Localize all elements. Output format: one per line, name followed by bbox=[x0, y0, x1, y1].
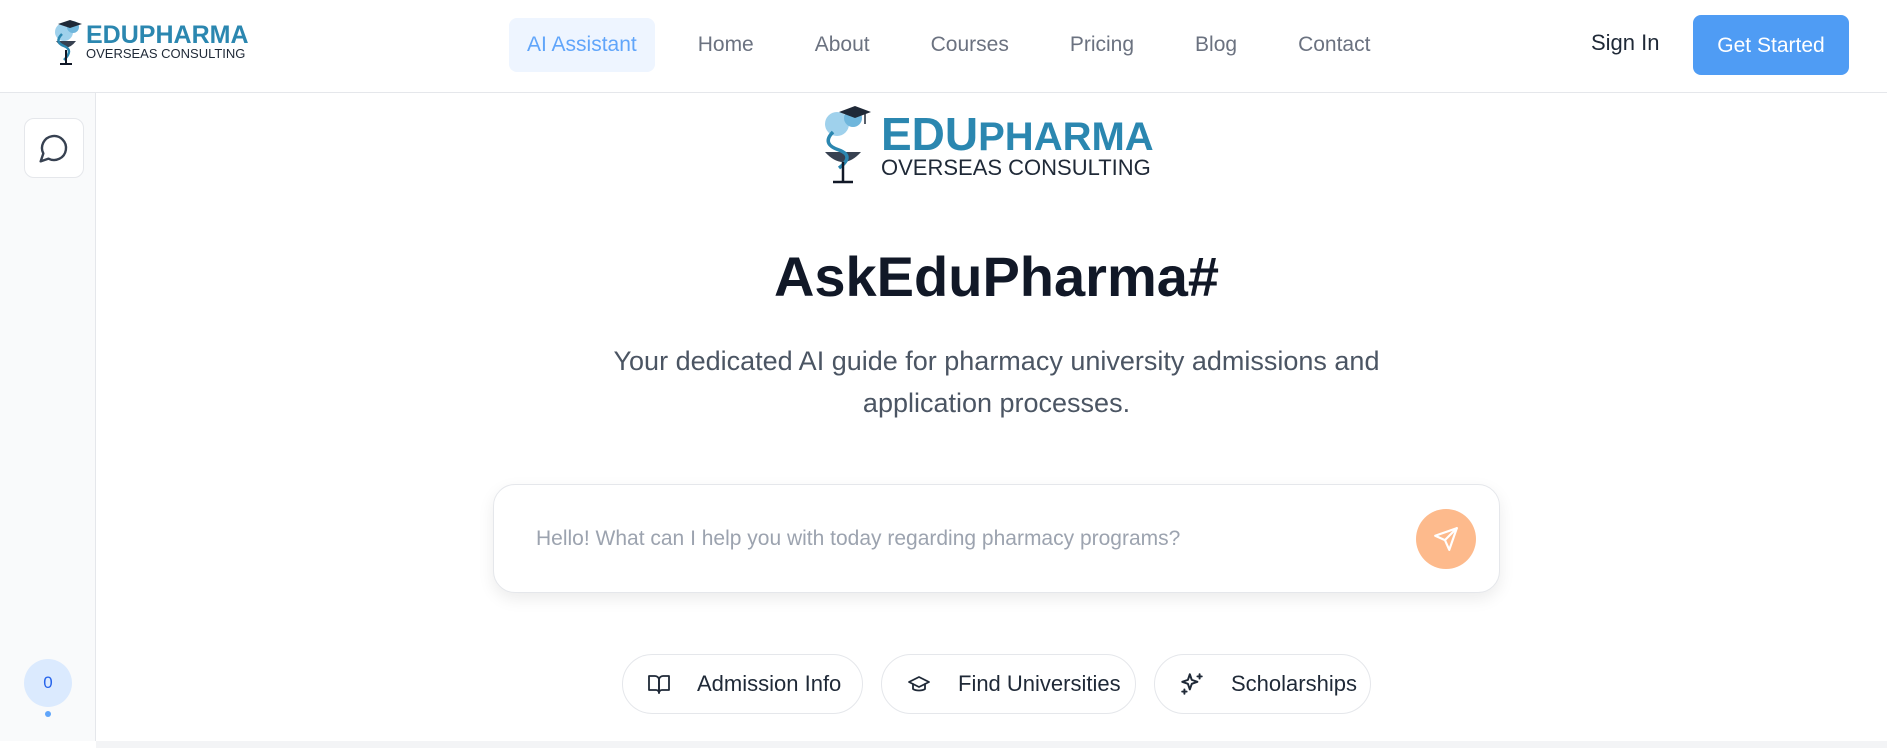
send-button[interactable] bbox=[1416, 509, 1476, 569]
nav-ai-assistant[interactable]: AI Assistant bbox=[509, 18, 655, 72]
get-started-button[interactable]: Get Started bbox=[1693, 15, 1849, 75]
hero-logo: EDUPHARMA OVERSEAS CONSULTING bbox=[825, 106, 1154, 184]
svg-text:OVERSEAS CONSULTING: OVERSEAS CONSULTING bbox=[881, 155, 1151, 180]
suggestion-scholarships[interactable]: Scholarships bbox=[1154, 654, 1371, 714]
main-nav: AI Assistant Home About Courses Pricing … bbox=[509, 18, 1413, 72]
send-icon bbox=[1434, 527, 1458, 551]
chip-label: Admission Info bbox=[697, 671, 842, 696]
graduation-cap-icon bbox=[908, 676, 930, 692]
nav-courses[interactable]: Courses bbox=[913, 18, 1027, 72]
nav-home[interactable]: Home bbox=[680, 18, 772, 72]
nav-contact[interactable]: Contact bbox=[1280, 18, 1388, 72]
book-open-icon bbox=[648, 675, 670, 694]
suggestion-find-universities[interactable]: Find Universities bbox=[881, 654, 1136, 714]
suggestion-admission-info[interactable]: Admission Info bbox=[622, 654, 863, 714]
new-chat-button[interactable] bbox=[24, 118, 84, 178]
svg-text:EDUPHARMA: EDUPHARMA bbox=[86, 21, 249, 49]
svg-text:EDUPHARMA: EDUPHARMA bbox=[881, 108, 1154, 160]
brand-logo[interactable]: EDUPHARMA OVERSEAS CONSULTING bbox=[50, 16, 280, 68]
sparkles-icon bbox=[1181, 673, 1203, 695]
chip-label: Scholarships bbox=[1231, 671, 1357, 696]
nav-pricing[interactable]: Pricing bbox=[1052, 18, 1152, 72]
page-title: AskEduPharma# bbox=[773, 245, 1220, 308]
top-header: EDUPHARMA OVERSEAS CONSULTING AI Assista… bbox=[0, 0, 1887, 93]
nav-about[interactable]: About bbox=[797, 18, 888, 72]
chip-label: Find Universities bbox=[958, 671, 1121, 696]
chat-input[interactable] bbox=[534, 515, 1398, 563]
bottom-divider bbox=[96, 741, 1887, 748]
sign-in-link[interactable]: Sign In bbox=[1591, 30, 1660, 56]
nav-blog[interactable]: Blog bbox=[1177, 18, 1255, 72]
chat-bubble-icon bbox=[39, 134, 68, 163]
chat-count-badge[interactable]: 0 bbox=[24, 659, 72, 707]
chat-composer bbox=[493, 484, 1500, 593]
page-subtitle: Your dedicated AI guide for pharmacy uni… bbox=[613, 346, 1380, 418]
svg-text:OVERSEAS CONSULTING: OVERSEAS CONSULTING bbox=[86, 46, 245, 61]
left-sidebar: 0 bbox=[0, 93, 96, 741]
status-dot bbox=[45, 711, 51, 717]
